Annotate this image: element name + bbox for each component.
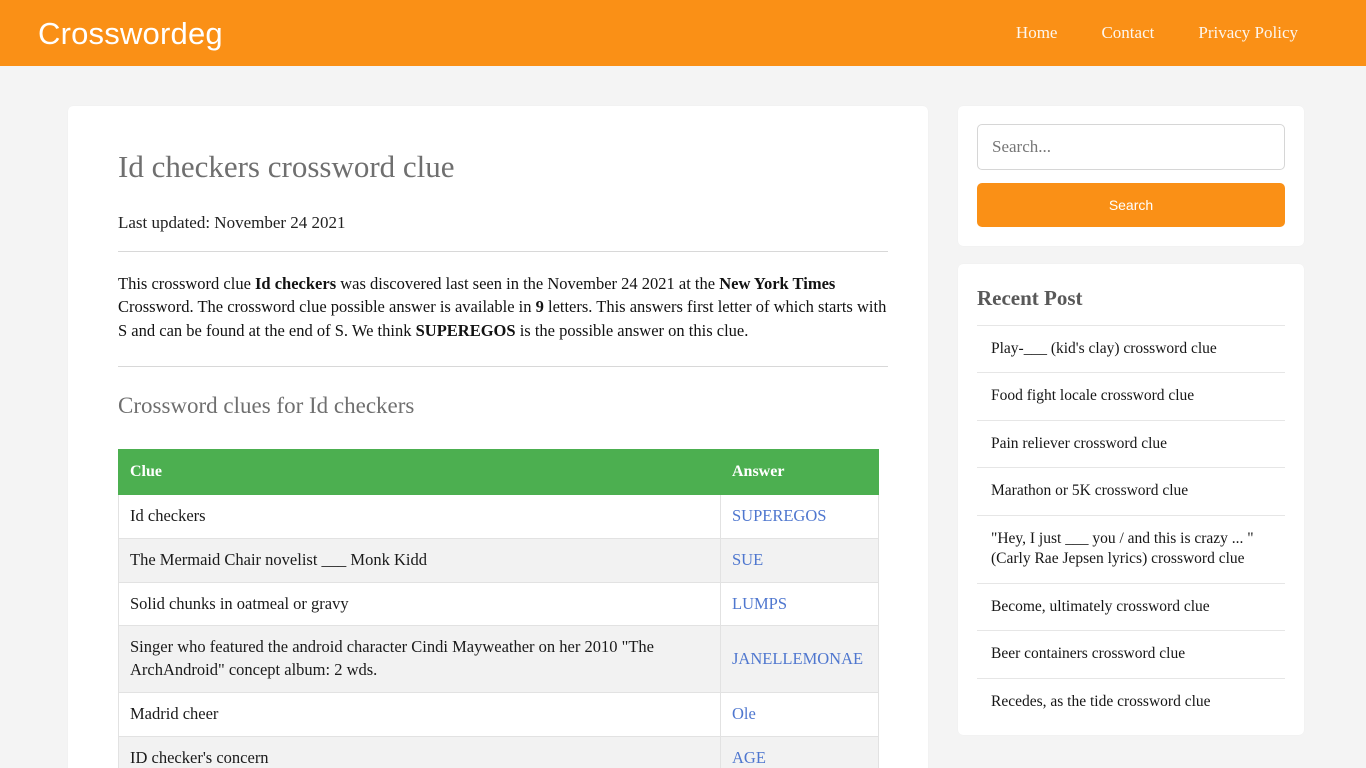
top-navbar: Crosswordeg Home Contact Privacy Policy <box>0 0 1366 66</box>
last-updated-text: Last updated: November 24 2021 <box>118 212 346 232</box>
nav-link-privacy-policy[interactable]: Privacy Policy <box>1176 23 1320 43</box>
search-card: Search <box>958 106 1304 246</box>
recent-post-link[interactable]: "Hey, I just ___ you / and this is crazy… <box>991 529 1285 570</box>
divider-top <box>118 250 888 252</box>
table-row: Madrid cheer Ole <box>118 691 879 737</box>
recent-posts-card: Recent Post Play-___ (kid's clay) crossw… <box>958 264 1304 736</box>
answer-link[interactable]: LUMPS <box>732 594 787 613</box>
site-brand-logo[interactable]: Crosswordeg <box>38 18 223 49</box>
intro-text-1: This crossword clue <box>118 273 256 293</box>
clue-cell: Id checkers <box>118 494 721 539</box>
intro-paragraph: This crossword clue Id checkers was disc… <box>118 272 888 342</box>
intro-text-5: is the possible answer on this clue. <box>515 320 749 340</box>
table-row: Id checkers SUPEREGOS <box>118 494 879 539</box>
answer-cell: SUE <box>720 537 879 583</box>
list-item: Become, ultimately crossword clue <box>977 582 1285 630</box>
clue-cell: Singer who featured the android characte… <box>118 625 721 693</box>
clue-cell: Solid chunks in oatmeal or gravy <box>118 581 721 627</box>
answer-cell: LUMPS <box>720 581 879 627</box>
answer-link[interactable]: JANELLEMONAE <box>732 649 863 668</box>
nav-link-contact[interactable]: Contact <box>1079 23 1176 43</box>
recent-posts-list: Play-___ (kid's clay) crossword clue Food… <box>977 325 1285 725</box>
clue-cell: The Mermaid Chair novelist ___ Monk Kidd <box>118 537 721 583</box>
answer-cell: JANELLEMONAE <box>720 625 879 693</box>
recent-post-link[interactable]: Play-___ (kid's clay) crossword clue <box>991 339 1285 359</box>
page-title: Id checkers crossword clue <box>118 149 455 184</box>
intro-bold-clue: Id checkers <box>255 273 337 293</box>
search-button[interactable]: Search <box>977 183 1285 227</box>
table-row: The Mermaid Chair novelist ___ Monk Kidd… <box>118 537 879 583</box>
nav-link-home[interactable]: Home <box>994 23 1080 43</box>
main-content-column: Id checkers crossword clue Last updated:… <box>68 106 928 768</box>
intro-text-2: was discovered last seen in the November… <box>336 273 720 293</box>
divider-bottom <box>118 366 888 368</box>
intro-bold-publisher: New York Times <box>719 273 836 293</box>
recent-post-link[interactable]: Food fight locale crossword clue <box>991 386 1285 406</box>
sidebar-column: Search Recent Post Play-___ (kid's clay)… <box>958 106 1304 736</box>
table-row: Solid chunks in oatmeal or gravy LUMPS <box>118 581 879 627</box>
table-body: Id checkers SUPEREGOS The Mermaid Chair no… <box>118 494 879 768</box>
clue-cell: ID checker's concern <box>118 735 721 768</box>
recent-post-link[interactable]: Become, ultimately crossword clue <box>991 597 1285 617</box>
answer-link[interactable]: AGE <box>732 748 766 767</box>
section-title: Crossword clues for Id checkers <box>118 393 415 419</box>
recent-post-link[interactable]: Recedes, as the tide crossword clue <box>991 692 1285 712</box>
recent-post-link[interactable]: Pain reliever crossword clue <box>991 434 1285 454</box>
list-item: Pain reliever crossword clue <box>977 419 1285 467</box>
primary-navigation: Home Contact Privacy Policy <box>994 23 1342 43</box>
recent-post-link[interactable]: Marathon or 5K crossword clue <box>991 481 1285 501</box>
intro-bold-answer: SUPEREGOS <box>415 320 516 340</box>
table-header-row: Clue Answer <box>118 449 879 496</box>
crossword-clues-table: Clue Answer Id checkers SUPEREGOS The Merm… <box>118 449 879 768</box>
answer-cell: AGE <box>720 735 879 768</box>
answer-cell: SUPEREGOS <box>720 494 879 539</box>
table-row: ID checker's concern AGE <box>118 735 879 768</box>
recent-posts-title: Recent Post <box>977 286 1083 310</box>
table-row: Singer who featured the android characte… <box>118 625 879 693</box>
search-input[interactable] <box>977 124 1285 170</box>
list-item: Food fight locale crossword clue <box>977 372 1285 419</box>
recent-post-link[interactable]: Beer containers crossword clue <box>991 644 1285 664</box>
list-item: Recedes, as the tide crossword clue <box>977 677 1285 725</box>
column-header-clue: Clue <box>118 449 721 496</box>
page-body: Id checkers crossword clue Last updated:… <box>0 66 1366 768</box>
list-item: Beer containers crossword clue <box>977 630 1285 677</box>
intro-text-3: Crossword. The crossword clue possible a… <box>118 297 536 317</box>
list-item: Marathon or 5K crossword clue <box>977 467 1285 514</box>
table-head: Clue Answer <box>118 449 879 496</box>
list-item: Play-___ (kid's clay) crossword clue <box>977 325 1285 372</box>
list-item: "Hey, I just ___ you / and this is crazy… <box>977 514 1285 583</box>
answer-link[interactable]: Ole <box>732 704 756 723</box>
answer-cell: Ole <box>720 691 879 737</box>
article-card: Id checkers crossword clue Last updated:… <box>68 106 928 768</box>
intro-bold-length: 9 <box>535 297 544 317</box>
clue-cell: Madrid cheer <box>118 691 721 737</box>
answer-link[interactable]: SUPEREGOS <box>732 506 826 525</box>
answer-link[interactable]: SUE <box>732 550 763 569</box>
column-header-answer: Answer <box>720 449 879 496</box>
